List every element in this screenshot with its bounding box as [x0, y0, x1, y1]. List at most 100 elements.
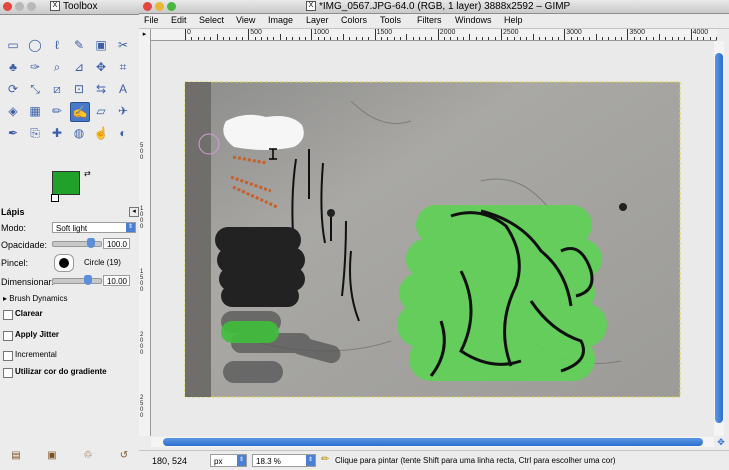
- tool-shear[interactable]: ⧄: [48, 80, 66, 98]
- tool-select-by-color[interactable]: ▣: [92, 36, 110, 54]
- tool-flip[interactable]: ⇆: [92, 80, 110, 98]
- tool-move[interactable]: ✥: [92, 58, 110, 76]
- ruler-minor-tick: [677, 37, 679, 40]
- menu-layer[interactable]: Layer: [306, 15, 329, 25]
- menu-colors[interactable]: Colors: [341, 15, 367, 25]
- checkbox-apply-jitter[interactable]: [3, 331, 13, 341]
- menu-edit[interactable]: Edit: [171, 15, 187, 25]
- menu-file[interactable]: File: [144, 15, 159, 25]
- brush-preview-button[interactable]: [54, 254, 74, 272]
- save-options-icon[interactable]: ▤: [10, 450, 22, 462]
- opacity-slider-handle[interactable]: [87, 238, 95, 248]
- vertical-scroll-thumb[interactable]: [715, 53, 723, 423]
- tool-fuzzy-select[interactable]: ✎: [70, 36, 88, 54]
- rotate-icon: ⟳: [7, 82, 19, 96]
- opacity-value[interactable]: 100.0: [103, 238, 130, 249]
- menu-tools[interactable]: Tools: [380, 15, 401, 25]
- ruler-minor-tick: [469, 34, 471, 40]
- ruler-minor-tick: [646, 37, 648, 40]
- zoom-window-button[interactable]: [27, 2, 36, 11]
- ruler-minor-tick: [330, 37, 332, 40]
- tool-color-picker[interactable]: ✑: [26, 58, 44, 76]
- tool-rotate[interactable]: ⟳: [4, 80, 22, 98]
- ruler-tick: [564, 29, 566, 40]
- tool-measure[interactable]: ⊿: [70, 58, 88, 76]
- dock-menu-icon[interactable]: ◂: [129, 207, 139, 217]
- close-image-window-button[interactable]: [143, 2, 152, 11]
- unit-select[interactable]: px ⇕: [210, 454, 247, 467]
- tool-ink[interactable]: ✒: [4, 124, 22, 142]
- minimize-image-window-button[interactable]: [155, 2, 164, 11]
- tool-perspective[interactable]: ⊡: [70, 80, 88, 98]
- zoom-image-window-button[interactable]: [167, 2, 176, 11]
- black-dot-small: [327, 209, 335, 217]
- tool-zoom[interactable]: ⌕: [48, 58, 66, 76]
- ruler-minor-tick: [494, 37, 496, 40]
- tool-bucket-fill[interactable]: ◈: [4, 102, 22, 120]
- tool-clone[interactable]: ⎘: [26, 124, 44, 142]
- vertical-scrollbar[interactable]: [714, 41, 724, 436]
- reset-options-icon[interactable]: ↺: [118, 450, 130, 462]
- tool-lasso[interactable]: ℓ: [48, 36, 66, 54]
- tool-ellipse-select[interactable]: ◯: [26, 36, 44, 54]
- restore-options-icon[interactable]: ▣: [46, 450, 58, 462]
- checkbox-gradient-color[interactable]: [3, 368, 13, 378]
- smudge-icon: ☝: [93, 126, 109, 140]
- menu-windows[interactable]: Windows: [455, 15, 492, 25]
- default-colors-icon[interactable]: [51, 194, 59, 202]
- swap-colors-icon[interactable]: ⇄: [84, 169, 91, 178]
- black-dot-right: [619, 203, 627, 211]
- tool-scale[interactable]: ⤡: [26, 80, 44, 98]
- minimize-window-button[interactable]: [15, 2, 24, 11]
- vruler-label: 2 5 0 0: [140, 395, 144, 419]
- checkbox-incremental[interactable]: [3, 351, 13, 361]
- eraser-icon: ▱: [96, 104, 106, 118]
- ruler-minor-tick: [595, 34, 597, 40]
- horizontal-scrollbar[interactable]: [151, 437, 714, 447]
- paintbrush-icon: ✍: [72, 105, 88, 119]
- tool-heal[interactable]: ✚: [48, 124, 66, 142]
- menu-filters[interactable]: Filters: [417, 15, 442, 25]
- menu-select[interactable]: Select: [199, 15, 224, 25]
- ruler-minor-tick: [267, 37, 269, 40]
- horizontal-ruler[interactable]: 0 500 1000 1500 2000 2500 3000 3500 4000: [151, 29, 717, 41]
- tool-smudge[interactable]: ☝: [92, 124, 110, 142]
- mode-select[interactable]: Soft light ⇕: [52, 222, 136, 233]
- brush-dynamics-expander[interactable]: ▸ Brush Dynamics: [3, 294, 68, 303]
- menu-view[interactable]: View: [236, 15, 255, 25]
- tool-dodge-burn[interactable]: ◐: [114, 124, 132, 142]
- scale-value[interactable]: 10.00: [103, 275, 130, 286]
- checkbox-clarear[interactable]: [3, 310, 13, 320]
- tool-crop[interactable]: ⌗: [114, 58, 132, 76]
- ruler-tick: [248, 29, 250, 40]
- scale-slider-handle[interactable]: [84, 275, 92, 285]
- tool-paths[interactable]: ♣: [4, 58, 22, 76]
- menu-help[interactable]: Help: [504, 15, 523, 25]
- tool-scissors[interactable]: ✂: [114, 36, 132, 54]
- ruler-tick: [437, 29, 439, 40]
- image-canvas[interactable]: [151, 41, 717, 436]
- airbrush-icon: ✈: [117, 104, 129, 118]
- tool-text[interactable]: A: [114, 80, 132, 98]
- scale-slider[interactable]: [52, 275, 102, 285]
- tool-rect-select[interactable]: ▭: [4, 36, 22, 54]
- ruler-minor-tick: [665, 37, 667, 40]
- close-window-button[interactable]: [3, 2, 12, 11]
- canvas-area[interactable]: [151, 41, 717, 436]
- zoom-select[interactable]: 18.3 % ⇕: [252, 454, 316, 467]
- dropdown-arrow-icon: ⇕: [126, 223, 135, 232]
- tool-paintbrush[interactable]: ✍: [70, 102, 90, 122]
- tool-airbrush[interactable]: ✈: [114, 102, 132, 120]
- tool-blend[interactable]: ▦: [26, 102, 44, 120]
- foreground-color-swatch[interactable]: [52, 171, 80, 195]
- navigate-icon[interactable]: ✥: [716, 437, 726, 447]
- vertical-ruler[interactable]: 5 0 0 1 0 0 0 1 5 0 0 2 0 0 0 2 5 0 0: [139, 40, 151, 436]
- tool-pencil[interactable]: ✏: [48, 102, 66, 120]
- tool-eraser[interactable]: ▱: [92, 102, 110, 120]
- tool-blur[interactable]: ◍: [70, 124, 88, 142]
- delete-options-icon[interactable]: ♲: [82, 450, 94, 462]
- ruler-minor-tick: [343, 34, 344, 40]
- opacity-slider[interactable]: [52, 238, 102, 248]
- menu-image[interactable]: Image: [268, 15, 293, 25]
- horizontal-scroll-thumb[interactable]: [163, 438, 703, 446]
